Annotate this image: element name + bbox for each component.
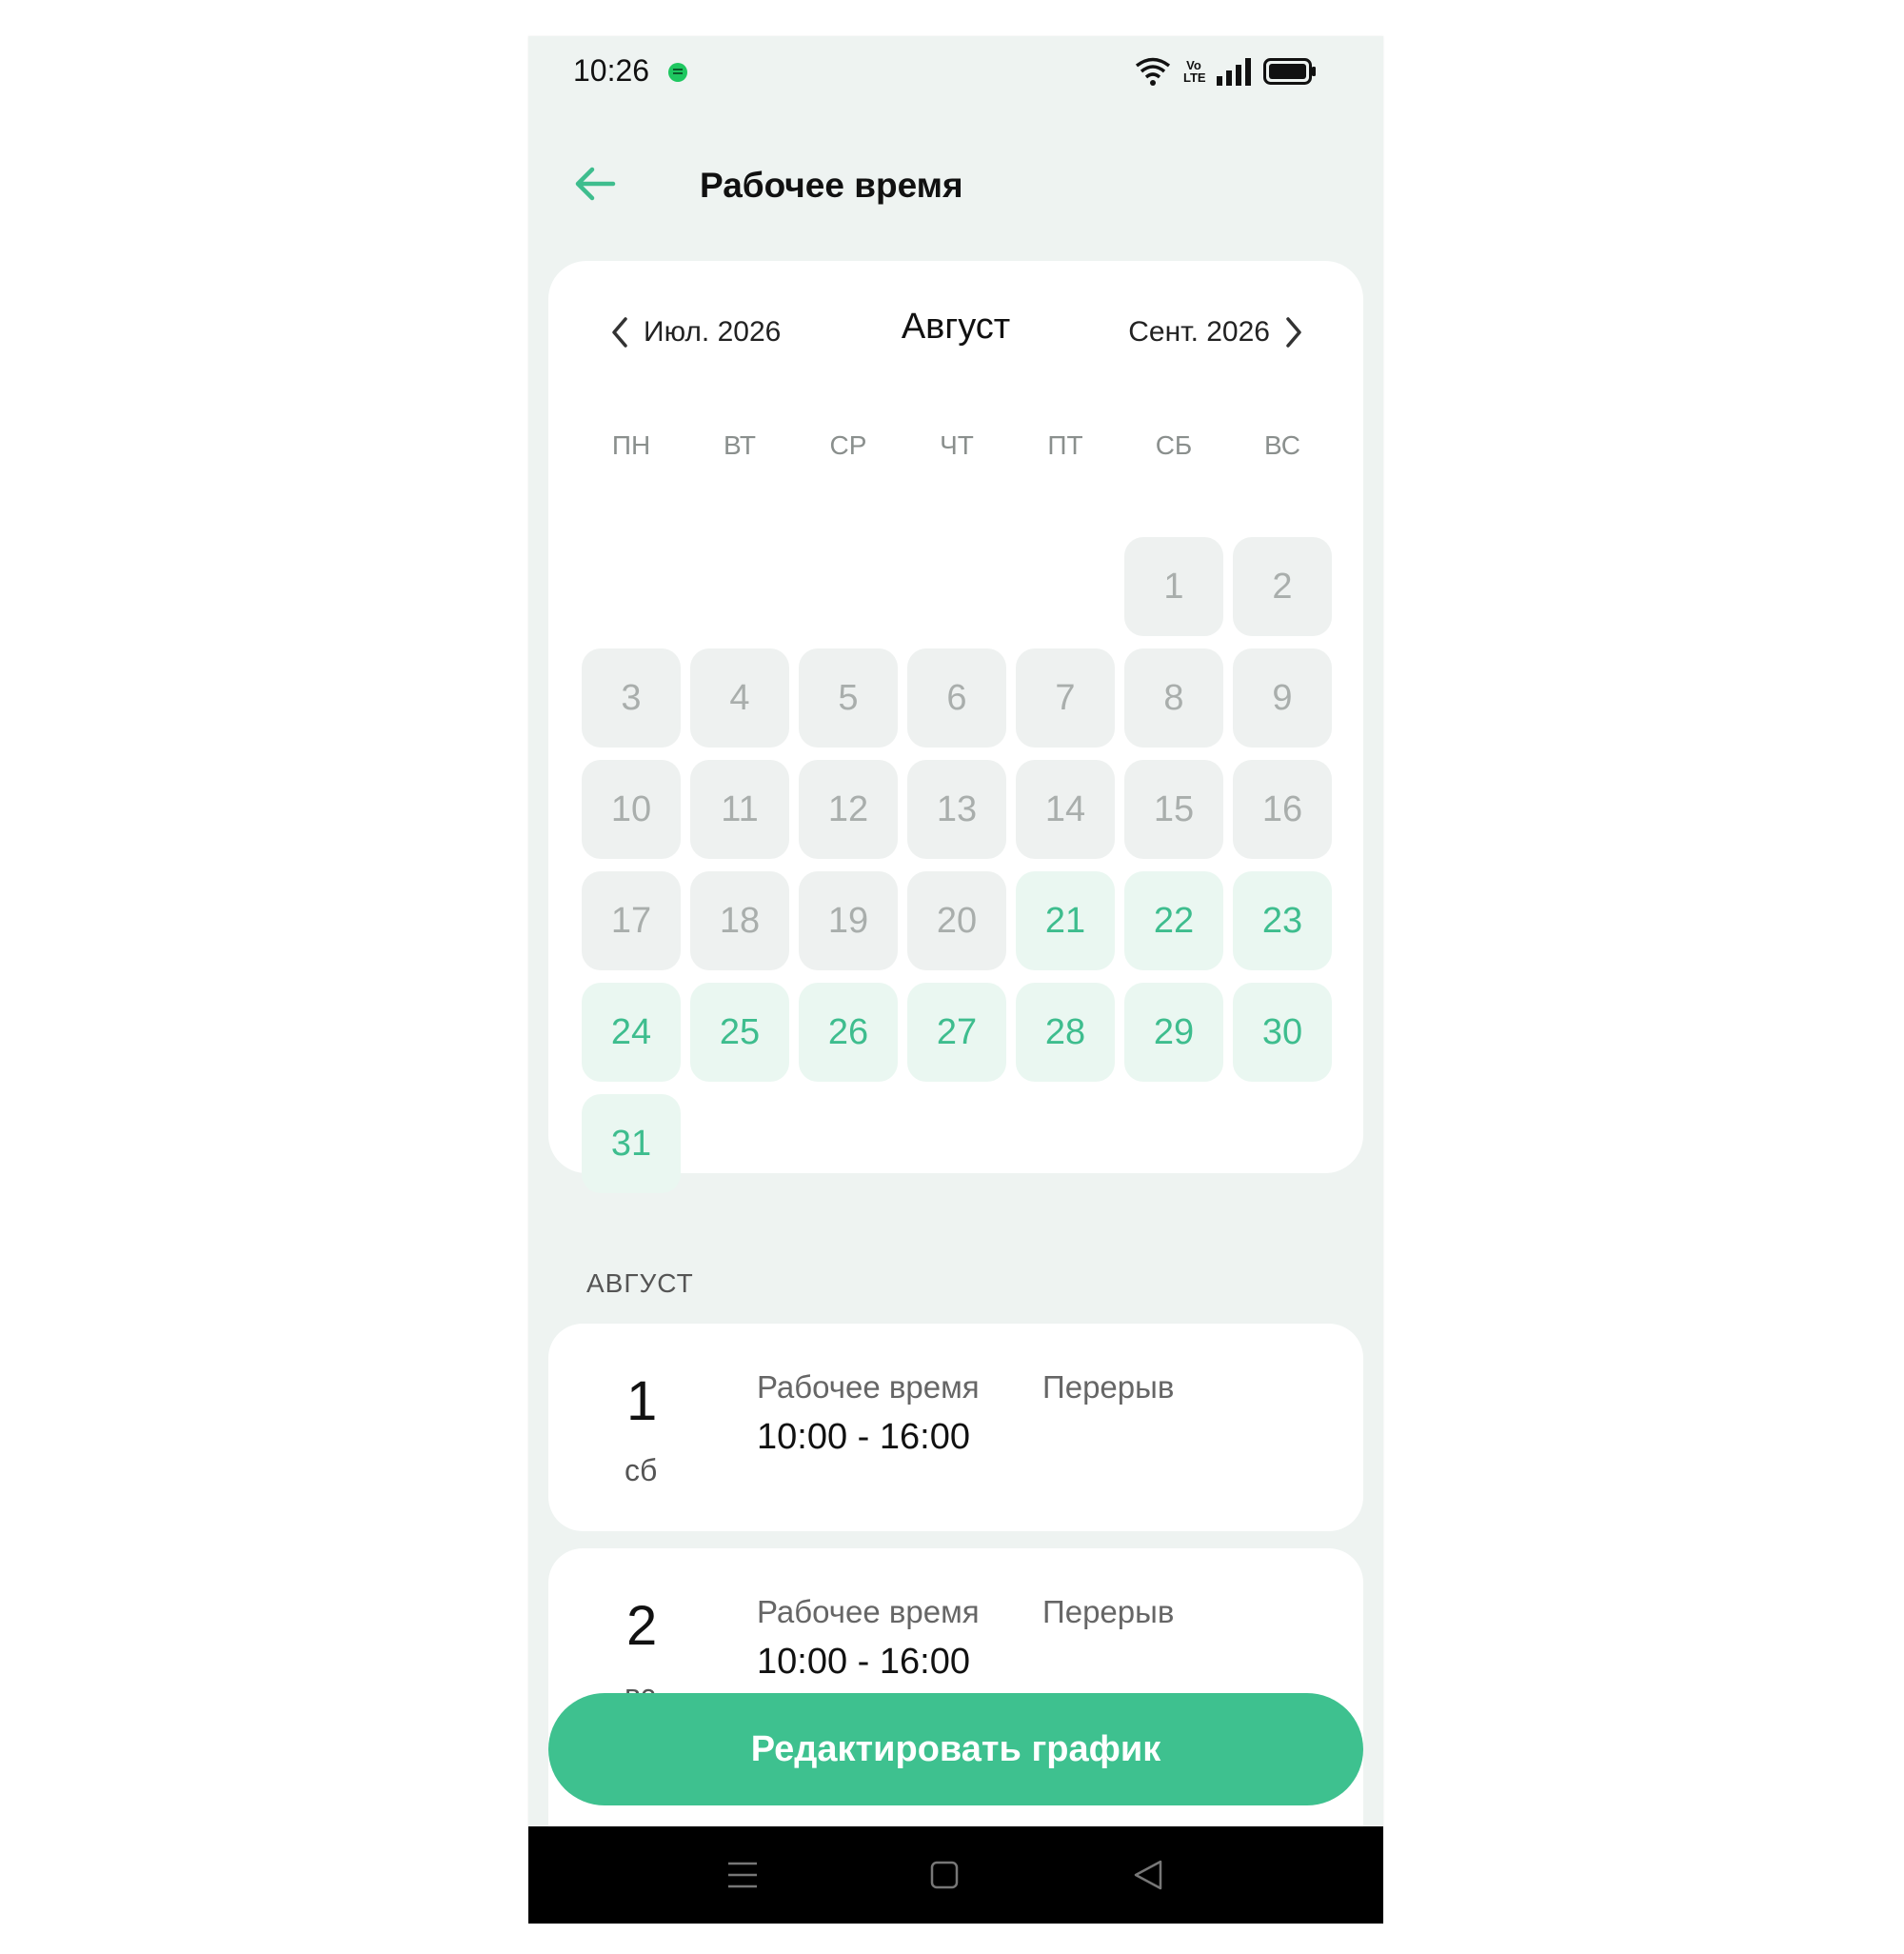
edit-schedule-button[interactable]: Редактировать график [548,1693,1363,1805]
chevron-right-icon [1286,317,1301,348]
weekday-label: ПН [611,430,651,460]
status-time: 10:26 [573,53,650,88]
calendar-day-17[interactable]: 17 [582,871,681,970]
weekday-label: СБ [1155,430,1193,460]
schedule-weekday: сб [625,1453,658,1487]
calendar-day-28[interactable]: 28 [1016,983,1115,1082]
battery-icon [1263,58,1316,85]
calendar-day-20[interactable]: 20 [907,871,1006,970]
calendar-day-12[interactable]: 12 [799,760,898,859]
calendar-day-30[interactable]: 30 [1233,983,1332,1082]
spotify-notification-icon [668,63,687,82]
schedule-day-card[interactable]: 1 сб Рабочее время Перерыв 10:00 - 16:00 [548,1324,1363,1531]
break-label: Перерыв [1042,1594,1175,1629]
calendar-day-5[interactable]: 5 [799,648,898,748]
next-month-label: Сент. 2026 [1128,316,1270,348]
work-time-label: Рабочее время [757,1594,980,1629]
calendar-day-2[interactable]: 2 [1233,537,1332,636]
empty-day-slot [907,537,1006,636]
break-label: Перерыв [1042,1369,1175,1405]
calendar-day-16[interactable]: 16 [1233,760,1332,859]
schedule-month-label: АВГУСТ [586,1268,694,1298]
schedule-day-number: 1 [626,1370,658,1432]
volte-icon: Vo LTE [1183,58,1206,85]
calendar-day-18[interactable]: 18 [690,871,789,970]
calendar-day-13[interactable]: 13 [907,760,1006,859]
calendar-day-26[interactable]: 26 [799,983,898,1082]
signal-icon [1217,58,1251,86]
calendar-day-24[interactable]: 24 [582,983,681,1082]
weekday-label: ПТ [1047,430,1083,460]
calendar-day-21[interactable]: 21 [1016,871,1115,970]
recent-apps-icon[interactable] [726,1861,759,1889]
calendar-day-15[interactable]: 15 [1124,760,1223,859]
work-time-value: 10:00 - 16:00 [757,1417,970,1457]
page-title: Рабочее время [700,166,963,205]
calendar-day-11[interactable]: 11 [690,760,789,859]
home-icon[interactable] [930,1861,959,1889]
calendar-day-9[interactable]: 9 [1233,648,1332,748]
nav-back-icon[interactable] [1132,1859,1164,1891]
empty-day-slot [1016,537,1115,636]
status-icons: Vo LTE [1134,55,1317,88]
calendar-day-8[interactable]: 8 [1124,648,1223,748]
calendar-day-23[interactable]: 23 [1233,871,1332,970]
work-time-value: 10:00 - 16:00 [757,1642,970,1682]
back-arrow-icon[interactable] [571,160,619,208]
calendar-card: Июл. 2026 Август Сент. 2026 ПН ВТ СР ЧТ … [548,261,1363,1193]
system-nav-bar [528,1826,1383,1924]
empty-day-slot [690,537,789,636]
weekday-label: ЧТ [940,430,974,460]
days-grid: 1 2 3 4 5 6 7 8 9 10 11 12 13 14 15 16 17 18 19 20 21 22 23 24 2… [582,537,1332,1193]
next-month-button[interactable]: Сент. 2026 [1128,309,1304,356]
empty-day-slot [582,537,681,636]
calendar-day-10[interactable]: 10 [582,760,681,859]
calendar-day-6[interactable]: 6 [907,648,1006,748]
weekday-label: ВТ [724,430,756,460]
phone-screen: 10:26 Vo LTE Рабочее время Июл. 2026 Авг… [528,36,1383,1924]
wifi-icon [1135,57,1171,86]
calendar-day-27[interactable]: 27 [907,983,1006,1082]
calendar-day-14[interactable]: 14 [1016,760,1115,859]
empty-day-slot [799,537,898,636]
weekday-header: ПН ВТ СР ЧТ ПТ СБ ВС [582,430,1332,461]
calendar-day-29[interactable]: 29 [1124,983,1223,1082]
weekday-label: СР [829,430,867,460]
calendar-day-25[interactable]: 25 [690,983,789,1082]
calendar-day-1[interactable]: 1 [1124,537,1223,636]
calendar-day-31[interactable]: 31 [582,1094,681,1193]
weekday-label: ВС [1264,430,1300,460]
schedule-day-number: 2 [626,1595,658,1657]
calendar-day-19[interactable]: 19 [799,871,898,970]
calendar-day-3[interactable]: 3 [582,648,681,748]
work-time-label: Рабочее время [757,1369,980,1405]
calendar-day-7[interactable]: 7 [1016,648,1115,748]
calendar-day-22[interactable]: 22 [1124,871,1223,970]
calendar-day-4[interactable]: 4 [690,648,789,748]
